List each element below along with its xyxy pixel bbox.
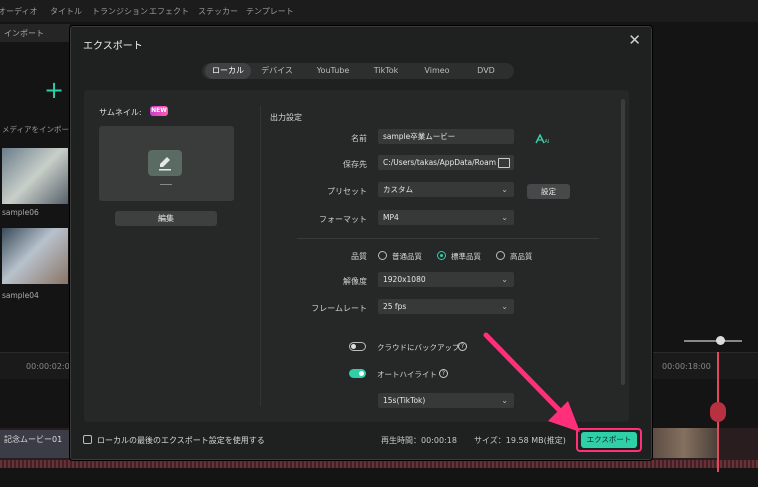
resolution-select[interactable]: 1920x1080 ⌄	[378, 272, 514, 287]
new-badge: NEW	[150, 106, 168, 116]
close-icon[interactable]: ✕	[628, 33, 641, 48]
tab-template[interactable]: テンプレート	[246, 6, 294, 17]
section-divider	[297, 238, 599, 239]
framerate-select[interactable]: 25 fps ⌄	[378, 299, 514, 314]
media-thumb-2[interactable]	[2, 228, 68, 284]
timeline-clip-right[interactable]	[650, 428, 718, 458]
quality-normal-radio[interactable]	[378, 251, 387, 260]
dialog-title: エクスポート	[83, 41, 143, 52]
media-thumb-2-caption: sample04	[2, 291, 39, 300]
add-media-icon[interactable]: +	[44, 78, 64, 102]
settings-scrollbar[interactable]	[621, 99, 625, 385]
export-dialog: エクスポート ✕ ローカル デバイス YouTube TikTok Vimeo …	[70, 26, 652, 460]
tab-title[interactable]: タイトル	[50, 6, 82, 17]
export-button[interactable]: エクスポート	[581, 432, 637, 448]
media-thumb-1-caption: sample06	[2, 208, 39, 217]
quality-standard-radio[interactable]	[437, 251, 446, 260]
chevron-down-icon: ⌄	[501, 302, 508, 311]
output-settings-title: 出力設定	[270, 113, 302, 122]
resolution-value: 1920x1080	[383, 275, 426, 284]
use-last-settings-checkbox[interactable]	[83, 435, 92, 444]
settings-panel: サムネイル: NEW 編集 出力設定 名前 sample卒業ムービー AI 保存…	[84, 90, 629, 422]
resolution-label: 解像度	[343, 277, 367, 286]
thumbnail-preview	[99, 126, 234, 201]
chevron-down-icon: ⌄	[501, 185, 508, 194]
framerate-label: フレームレート	[311, 304, 367, 313]
format-value: MP4	[383, 213, 399, 222]
playhead-handle[interactable]	[710, 402, 726, 422]
tab-dvd[interactable]: DVD	[464, 63, 508, 79]
chevron-down-icon: ⌄	[501, 275, 508, 284]
timeline-clip[interactable]: 記念ムービー01	[0, 430, 70, 458]
help-icon[interactable]: ?	[458, 342, 467, 351]
zoom-slider[interactable]	[684, 340, 742, 342]
duration-info: 再生時間：00:00:18	[381, 436, 457, 445]
highlight-duration-select[interactable]: 15s(TikTok) ⌄	[378, 393, 514, 408]
edit-pencil-icon	[148, 150, 182, 176]
media-import-label: メディアをインポート	[2, 125, 77, 134]
auto-highlight-toggle[interactable]	[349, 369, 366, 378]
highlight-duration-value: 15s(TikTok)	[383, 396, 426, 405]
save-location-value: C:/Users/takas/AppData/Roam	[383, 158, 497, 167]
edit-thumbnail-button[interactable]: 編集	[115, 211, 217, 226]
preset-value: カスタム	[383, 185, 413, 194]
ruler-time-right: 00:00:18:00	[662, 362, 711, 371]
size-info: サイズ：19.58 MB(推定)	[474, 436, 566, 445]
quality-label: 品質	[351, 252, 367, 261]
ruler-time-left: 00:00:02:00	[26, 362, 75, 371]
preset-select[interactable]: カスタム ⌄	[378, 182, 514, 197]
zoom-slider-handle[interactable]	[716, 336, 725, 345]
save-location-label: 保存先	[343, 160, 367, 169]
audio-waveform	[0, 460, 758, 468]
import-dropdown[interactable]: インポート	[0, 24, 70, 42]
clip-label: 記念ムービー01	[4, 435, 63, 444]
tab-sticker[interactable]: ステッカー	[198, 6, 238, 17]
tab-youtube[interactable]: YouTube	[308, 63, 358, 79]
tab-vimeo[interactable]: Vimeo	[414, 63, 460, 79]
help-icon[interactable]: ?	[439, 369, 448, 378]
chevron-down-icon: ⌄	[501, 213, 508, 222]
ai-rename-icon[interactable]: AI	[535, 133, 550, 145]
quality-normal-label[interactable]: 普通品質	[392, 251, 422, 262]
editor-top-tabs: オーディオ タイトル トランジション エフェクト ステッカー テンプレート	[0, 0, 758, 22]
name-label: 名前	[351, 134, 367, 143]
preset-label: プリセット	[327, 187, 367, 196]
tab-local[interactable]: ローカル	[205, 63, 251, 79]
name-input[interactable]: sample卒業ムービー	[378, 129, 514, 144]
tab-effect[interactable]: エフェクト	[149, 6, 189, 17]
svg-text:AI: AI	[545, 139, 550, 144]
use-last-settings-label: ローカルの最後のエクスポート設定を使用する	[97, 436, 265, 445]
tab-tiktok[interactable]: TikTok	[364, 63, 408, 79]
tab-device[interactable]: デバイス	[254, 63, 300, 79]
quality-high-radio[interactable]	[496, 251, 505, 260]
format-select[interactable]: MP4 ⌄	[378, 210, 514, 225]
cloud-backup-label: クラウドにバックアップ	[377, 343, 460, 352]
thumbnail-caption-line	[160, 184, 172, 185]
folder-icon[interactable]	[498, 158, 510, 168]
tab-audio[interactable]: オーディオ	[0, 6, 37, 17]
export-tabs: ローカル デバイス YouTube TikTok Vimeo DVD	[202, 63, 514, 79]
panel-divider	[260, 106, 261, 406]
preset-settings-button[interactable]: 設定	[527, 184, 570, 199]
format-label: フォーマット	[319, 215, 367, 224]
import-label: インポート	[4, 29, 44, 38]
cloud-backup-toggle[interactable]	[349, 342, 366, 351]
framerate-value: 25 fps	[383, 302, 407, 311]
auto-highlight-label: オートハイライト	[377, 370, 437, 379]
quality-high-label[interactable]: 高品質	[510, 251, 533, 262]
chevron-down-icon: ⌄	[501, 396, 508, 405]
media-thumb-1[interactable]	[2, 148, 68, 204]
tab-transition[interactable]: トランジション	[92, 6, 148, 17]
save-location-input[interactable]: C:/Users/takas/AppData/Roam	[378, 155, 514, 170]
quality-standard-label[interactable]: 標準品質	[451, 251, 481, 262]
thumbnail-label: サムネイル:	[99, 108, 142, 117]
